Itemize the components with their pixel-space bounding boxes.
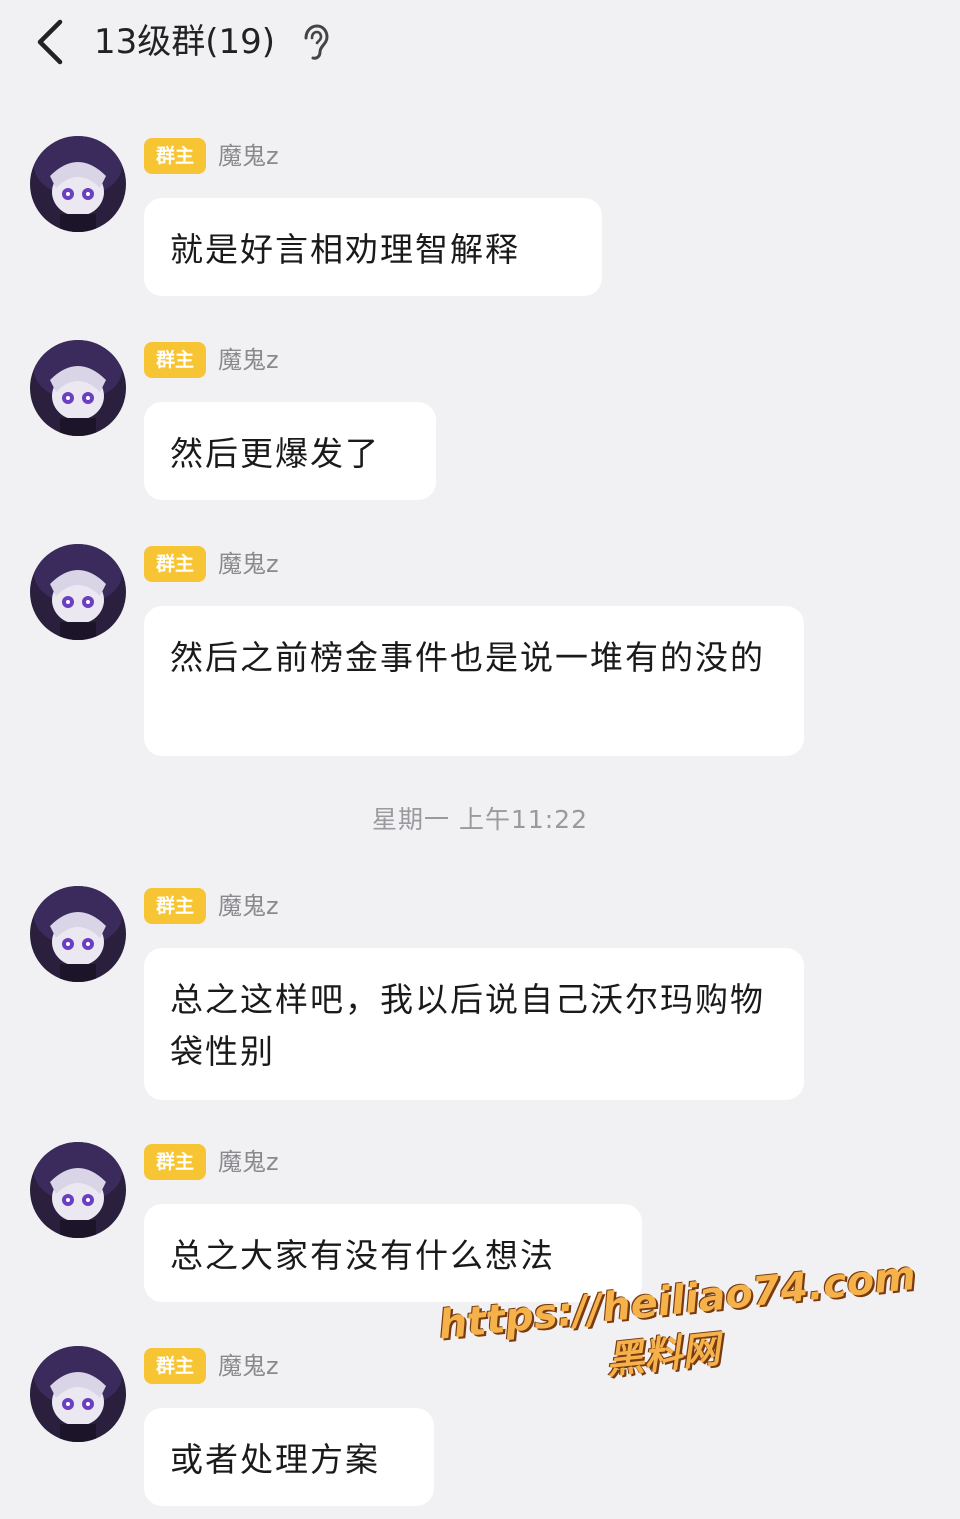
avatar-image (30, 340, 126, 436)
ear-icon[interactable] (298, 22, 330, 62)
sender-name[interactable]: 魔鬼z (218, 342, 279, 378)
avatar-image (30, 1346, 126, 1442)
avatar[interactable] (30, 886, 126, 982)
avatar[interactable] (30, 136, 126, 232)
message-bubble[interactable]: 总之这样吧，我以后说自己沃尔玛购物袋性别 (144, 948, 804, 1100)
message-bubble[interactable]: 总之大家有没有什么想法 (144, 1204, 642, 1302)
owner-badge: 群主 (144, 1144, 206, 1180)
avatar[interactable] (30, 340, 126, 436)
avatar[interactable] (30, 544, 126, 640)
avatar-image (30, 544, 126, 640)
message-bubble[interactable]: 就是好言相劝理智解释 (144, 198, 602, 296)
sender-name[interactable]: 魔鬼z (218, 888, 279, 924)
watermark-name: 黑料网 (603, 1326, 722, 1383)
sender-name[interactable]: 魔鬼z (218, 1144, 279, 1180)
owner-badge: 群主 (144, 342, 206, 378)
sender-name[interactable]: 魔鬼z (218, 138, 279, 174)
owner-badge: 群主 (144, 138, 206, 174)
sender-name[interactable]: 魔鬼z (218, 1348, 279, 1384)
avatar[interactable] (30, 1346, 126, 1442)
owner-badge: 群主 (144, 888, 206, 924)
sender-name[interactable]: 魔鬼z (218, 546, 279, 582)
message-bubble[interactable]: 然后更爆发了 (144, 402, 436, 500)
timestamp-divider: 星期一 上午11:22 (372, 805, 588, 834)
avatar-image (30, 136, 126, 232)
avatar[interactable] (30, 1142, 126, 1238)
message-bubble[interactable]: 然后之前榜金事件也是说一堆有的没的 (144, 606, 804, 756)
owner-badge: 群主 (144, 1348, 206, 1384)
avatar-image (30, 886, 126, 982)
message-bubble[interactable]: 或者处理方案 (144, 1408, 434, 1506)
avatar-image (30, 1142, 126, 1238)
chevron-left-icon[interactable] (30, 14, 74, 70)
owner-badge: 群主 (144, 546, 206, 582)
chat-title[interactable]: 13级群(19) (94, 18, 275, 66)
chat-header: 13级群(19) (0, 0, 960, 90)
